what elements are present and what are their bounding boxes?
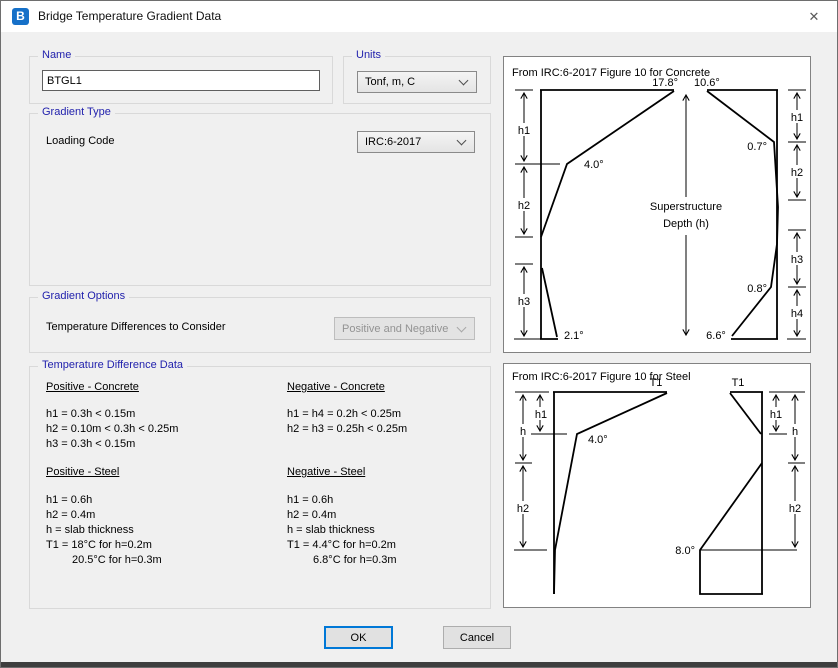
concrete-dim-h1-right: h1 xyxy=(791,112,803,124)
superstructure-depth-label-1: Superstructure xyxy=(650,201,722,213)
steel-temp-low: 8.0° xyxy=(675,545,695,557)
concrete-right-dimensions: h1 h2 h3 h4 xyxy=(789,93,806,336)
units-groupbox: Units Tonf, m, C xyxy=(343,56,491,104)
loading-code-combo[interactable]: IRC:6-2017 xyxy=(357,131,475,153)
concrete-dim-h3-left: h3 xyxy=(518,296,530,308)
units-combo[interactable]: Tonf, m, C xyxy=(357,71,477,93)
steel-dim-h1-right: h1 xyxy=(770,409,782,421)
positive-steel-line: 20.5°C for h=0.3m xyxy=(46,553,284,568)
negative-steel-line: h = slab thickness xyxy=(287,523,487,538)
concrete-dim-h2-left: h2 xyxy=(518,200,530,212)
temp-differences-label: Temperature Differences to Consider xyxy=(46,321,226,333)
temp-data-right-column: Negative - Concrete h1 = h4 = 0.2h < 0.2… xyxy=(287,380,487,568)
temperature-difference-data-groupbox: Temperature Difference Data Positive - C… xyxy=(29,366,491,609)
positive-steel-line: h1 = 0.6h xyxy=(46,493,284,508)
steel-dim-h-right: h xyxy=(792,426,798,438)
concrete-dim-h3-right: h3 xyxy=(791,254,803,266)
concrete-gradient-diagram: From IRC:6-2017 Figure 10 for Concrete xyxy=(504,57,810,352)
concrete-temp-top-right: 10.6° xyxy=(694,77,720,89)
units-combo-value: Tonf, m, C xyxy=(365,76,415,88)
positive-concrete-line: h1 = 0.3h < 0.15m xyxy=(46,407,284,422)
concrete-left-dimensions: h1 h2 h3 xyxy=(516,93,533,336)
name-input[interactable] xyxy=(42,70,320,91)
temperature-difference-data-group-label: Temperature Difference Data xyxy=(38,359,187,371)
loading-code-combo-value: IRC:6-2017 xyxy=(365,136,421,148)
chevron-down-icon xyxy=(457,322,467,332)
close-button[interactable]: ✕ xyxy=(791,1,837,32)
positive-concrete-heading: Positive - Concrete xyxy=(46,380,284,395)
concrete-dim-h1-left: h1 xyxy=(518,125,530,137)
cancel-button[interactable]: Cancel xyxy=(443,626,511,649)
positive-steel-line: h = slab thickness xyxy=(46,523,284,538)
temp-data-left-column: Positive - Concrete h1 = 0.3h < 0.15m h2… xyxy=(46,380,284,568)
chevron-down-icon xyxy=(457,136,467,146)
superstructure-depth-label-2: Depth (h) xyxy=(663,218,709,230)
steel-dim-h1-left: h1 xyxy=(535,409,547,421)
concrete-positive-profile xyxy=(540,90,674,339)
gradient-type-group-label: Gradient Type xyxy=(38,106,115,118)
concrete-diagram-panel: From IRC:6-2017 Figure 10 for Concrete xyxy=(503,56,811,353)
gradient-options-group-label: Gradient Options xyxy=(38,290,129,302)
title-bar: B Bridge Temperature Gradient Data ✕ xyxy=(1,1,837,32)
concrete-dim-h2-right: h2 xyxy=(791,167,803,179)
negative-concrete-line: h1 = h4 = 0.2h < 0.25m xyxy=(287,407,487,422)
steel-gradient-diagram: From IRC:6-2017 Figure 10 for Steel T1 T… xyxy=(504,364,810,607)
positive-steel-heading: Positive - Steel xyxy=(46,465,284,480)
gradient-type-groupbox: Gradient Type Loading Code IRC:6-2017 xyxy=(29,113,491,286)
concrete-temp-top-left: 17.8° xyxy=(652,77,678,89)
steel-dim-h2-right: h2 xyxy=(789,503,801,515)
superstructure-depth-arrow: Superstructure Depth (h) xyxy=(650,95,722,335)
units-group-label: Units xyxy=(352,49,385,61)
steel-positive-profile xyxy=(553,392,667,594)
steel-t1-left: T1 xyxy=(650,377,663,389)
concrete-temp-low-right: 0.8° xyxy=(747,283,767,295)
concrete-temp-mid-left: 4.0° xyxy=(584,159,604,171)
chevron-down-icon xyxy=(459,76,469,86)
dialog-bridge-temperature-gradient-data: B Bridge Temperature Gradient Data ✕ Nam… xyxy=(0,0,838,668)
concrete-temp-mid-right: 0.7° xyxy=(747,141,767,153)
temp-differences-combo[interactable]: Positive and Negative xyxy=(334,317,475,340)
steel-dim-h-left: h xyxy=(520,426,526,438)
steel-t1-right: T1 xyxy=(732,377,745,389)
window-bottom-edge xyxy=(1,662,837,667)
negative-steel-line: 6.8°C for h=0.3m xyxy=(287,553,487,568)
temp-differences-combo-value: Positive and Negative xyxy=(342,323,448,335)
concrete-diagram-title: From IRC:6-2017 Figure 10 for Concrete xyxy=(512,67,710,79)
concrete-temp-bottom-right: 6.6° xyxy=(706,330,726,342)
negative-steel-line: h1 = 0.6h xyxy=(287,493,487,508)
negative-steel-heading: Negative - Steel xyxy=(287,465,487,480)
concrete-negative-profile xyxy=(707,90,778,339)
negative-steel-line: T1 = 4.4°C for h=0.2m xyxy=(287,538,487,553)
positive-steel-line: T1 = 18°C for h=0.2m xyxy=(46,538,284,553)
steel-diagram-title: From IRC:6-2017 Figure 10 for Steel xyxy=(512,371,691,383)
gradient-options-groupbox: Gradient Options Temperature Differences… xyxy=(29,297,491,353)
steel-negative-profile xyxy=(700,392,763,594)
positive-concrete-line: h3 = 0.3h < 0.15m xyxy=(46,437,284,452)
positive-concrete-line: h2 = 0.10m < 0.3h < 0.25m xyxy=(46,422,284,437)
ok-button[interactable]: OK xyxy=(324,626,393,649)
positive-steel-line: h2 = 0.4m xyxy=(46,508,284,523)
name-group-label: Name xyxy=(38,49,75,61)
steel-left-dimensions: h1 h h2 xyxy=(515,395,549,547)
steel-diagram-panel: From IRC:6-2017 Figure 10 for Steel T1 T… xyxy=(503,363,811,608)
app-icon: B xyxy=(12,8,29,25)
name-groupbox: Name xyxy=(29,56,333,104)
window-title: Bridge Temperature Gradient Data xyxy=(38,1,221,32)
negative-concrete-heading: Negative - Concrete xyxy=(287,380,487,395)
steel-dim-h2-left: h2 xyxy=(517,503,529,515)
negative-steel-line: h2 = 0.4m xyxy=(287,508,487,523)
loading-code-label: Loading Code xyxy=(46,135,115,147)
steel-temp-mid: 4.0° xyxy=(588,434,608,446)
steel-right-dimensions: h1 h h2 xyxy=(768,395,804,547)
negative-concrete-line: h2 = h3 = 0.25h < 0.25m xyxy=(287,422,487,437)
concrete-temp-bottom-left: 2.1° xyxy=(564,330,584,342)
concrete-dim-h4-right: h4 xyxy=(791,308,803,320)
